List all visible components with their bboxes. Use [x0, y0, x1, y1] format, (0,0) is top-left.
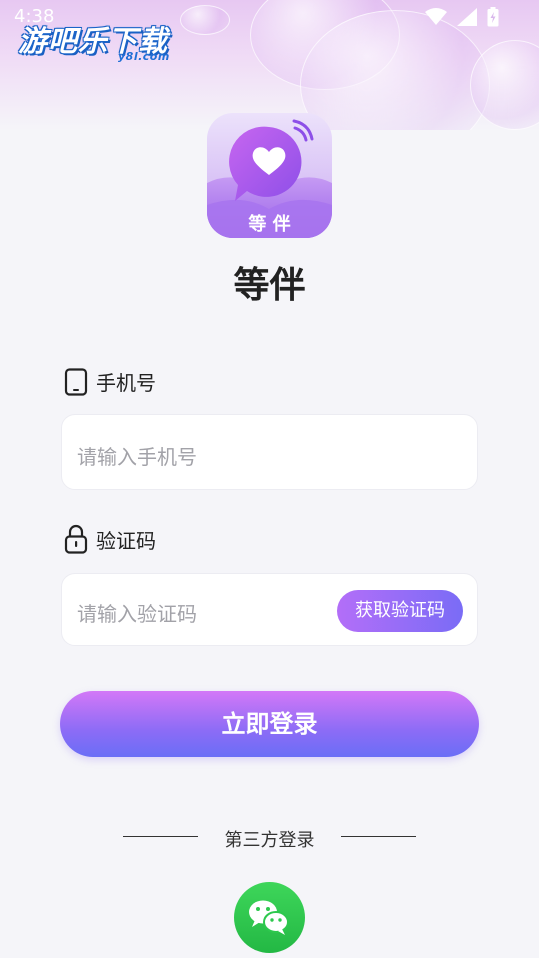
- login-button[interactable]: 立即登录: [60, 691, 479, 757]
- get-code-button[interactable]: 获取验证码: [337, 590, 463, 632]
- cellular-signal-icon: [457, 8, 477, 26]
- phone-field-label: 手机号: [64, 367, 156, 396]
- logo-label: 等 伴: [248, 214, 291, 235]
- phone-label-text: 手机号: [96, 371, 156, 395]
- battery-charging-icon: [487, 7, 499, 27]
- code-field-label: 验证码: [64, 524, 156, 554]
- wechat-login-button[interactable]: [234, 882, 305, 953]
- phone-input[interactable]: 请输入手机号: [61, 414, 478, 490]
- wechat-icon: [249, 900, 289, 935]
- phone-icon: [64, 367, 88, 396]
- code-input[interactable]: 请输入验证码 获取验证码: [61, 573, 478, 646]
- watermark: 游吧乐下载 y8l.com: [18, 18, 170, 63]
- watermark-domain: y8l.com: [118, 50, 170, 63]
- third-party-title: 第三方登录: [224, 830, 315, 851]
- lock-icon: [64, 524, 88, 554]
- app-name: 等伴: [233, 265, 306, 306]
- wifi-icon: [425, 8, 447, 25]
- code-label-text: 验证码: [96, 528, 156, 553]
- app-logo: 等 伴: [207, 113, 332, 238]
- phone-placeholder: 请输入手机号: [77, 445, 197, 469]
- status-icons: [425, 7, 499, 27]
- code-placeholder: 请输入验证码: [77, 602, 197, 626]
